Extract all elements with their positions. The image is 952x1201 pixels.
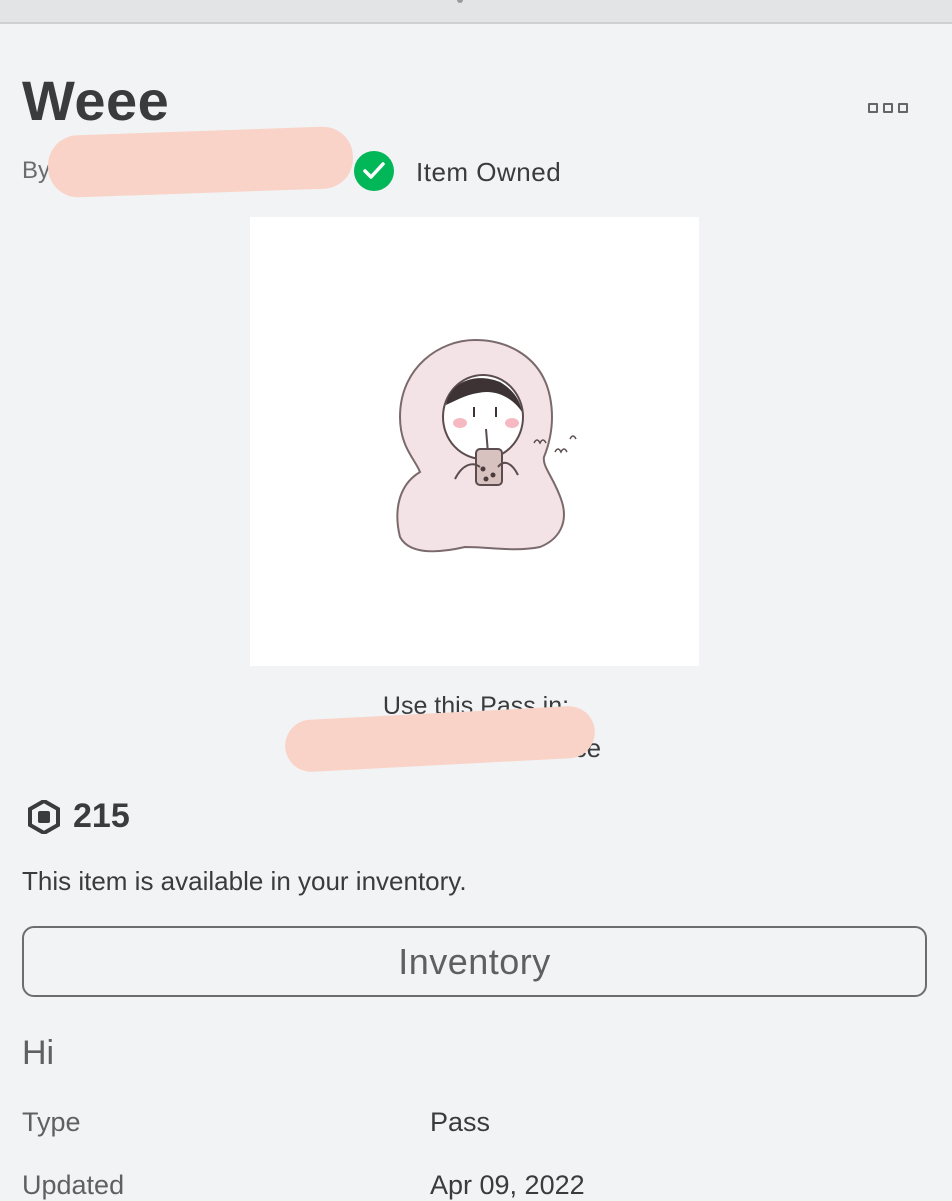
type-value: Pass (430, 1107, 491, 1137)
item-thumbnail (250, 217, 699, 666)
redacted-creator-name (47, 125, 354, 199)
availability-text: This item is available in your inventory… (22, 866, 467, 896)
robux-icon (27, 798, 61, 836)
item-title: Weee (22, 69, 170, 132)
updated-label: Updated (22, 1170, 125, 1200)
top-bar (0, 0, 952, 24)
inventory-button[interactable]: Inventory (22, 926, 927, 997)
item-description: Hi (22, 1034, 55, 1072)
more-options-icon[interactable] (868, 103, 908, 113)
updated-value: Apr 09, 2022 (430, 1170, 585, 1200)
type-label: Type (22, 1107, 81, 1137)
price-value: 215 (73, 797, 130, 835)
item-owned-label: Item Owned (416, 157, 562, 187)
top-bar-indicator (457, 0, 463, 3)
check-circle-icon (354, 151, 394, 191)
creator-byline: By (22, 157, 51, 184)
